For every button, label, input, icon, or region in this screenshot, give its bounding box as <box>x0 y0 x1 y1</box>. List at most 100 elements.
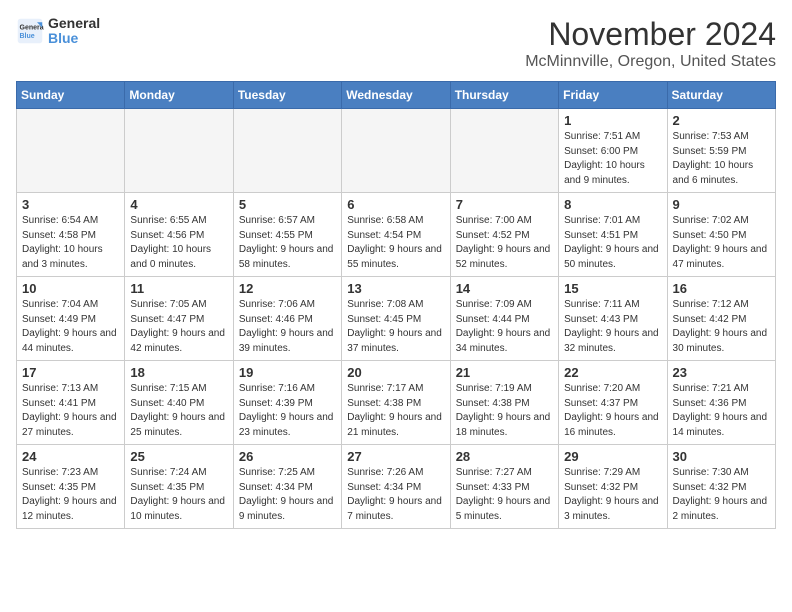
day-number: 11 <box>130 281 227 296</box>
calendar-cell: 20 Sunrise: 7:17 AM Sunset: 4:38 PM Dayli… <box>342 361 450 445</box>
title-section: November 2024 McMinnville, Oregon, Unite… <box>525 16 776 71</box>
day-number: 22 <box>564 365 661 380</box>
header-day-saturday: Saturday <box>667 82 775 109</box>
logo: General Blue General Blue <box>16 16 100 47</box>
day-number: 20 <box>347 365 444 380</box>
day-number: 16 <box>673 281 770 296</box>
calendar-cell: 17Sunrise: 7:13 AM Sunset: 4:41 PM Dayli… <box>17 361 125 445</box>
calendar-cell: 1 Sunrise: 7:51 AM Sunset: 6:00 PM Daylig… <box>559 109 667 193</box>
day-info: Sunrise: 7:17 AM Sunset: 4:38 PM Dayligh… <box>347 382 444 440</box>
day-number: 28 <box>456 449 553 464</box>
calendar-cell: 3 Sunrise: 6:54 AM Sunset: 4:58 PM Daylig… <box>17 193 125 277</box>
day-number: 4 <box>130 197 227 212</box>
header-row: SundayMondayTuesdayWednesdayThursdayFrid… <box>17 82 776 109</box>
day-number: 10 <box>22 281 119 296</box>
calendar-body: 1 Sunrise: 7:51 AM Sunset: 6:00 PM Daylig… <box>17 109 776 529</box>
day-number: 9 <box>673 197 770 212</box>
day-number: 3 <box>22 197 119 212</box>
day-number: 21 <box>456 365 553 380</box>
calendar-cell <box>233 109 341 193</box>
calendar-cell <box>17 109 125 193</box>
calendar-cell: 19 Sunrise: 7:16 AM Sunset: 4:39 PM Dayli… <box>233 361 341 445</box>
day-info: Sunrise: 7:19 AM Sunset: 4:38 PM Dayligh… <box>456 382 553 440</box>
day-info: Sunrise: 7:16 AM Sunset: 4:39 PM Dayligh… <box>239 382 336 440</box>
day-number: 6 <box>347 197 444 212</box>
day-number: 13 <box>347 281 444 296</box>
calendar-cell: 26 Sunrise: 7:25 AM Sunset: 4:34 PM Dayli… <box>233 445 341 529</box>
day-number: 12 <box>239 281 336 296</box>
day-number: 24 <box>22 449 119 464</box>
calendar-cell: 16 Sunrise: 7:12 AM Sunset: 4:42 PM Dayli… <box>667 277 775 361</box>
calendar-cell: 4 Sunrise: 6:55 AM Sunset: 4:56 PM Daylig… <box>125 193 233 277</box>
day-number: 30 <box>673 449 770 464</box>
calendar-cell: 9 Sunrise: 7:02 AM Sunset: 4:50 PM Daylig… <box>667 193 775 277</box>
day-info: Sunrise: 7:02 AM Sunset: 4:50 PM Dayligh… <box>673 214 770 272</box>
header-day-wednesday: Wednesday <box>342 82 450 109</box>
day-info: Sunrise: 7:04 AM Sunset: 4:49 PM Dayligh… <box>22 298 119 356</box>
day-info: Sunrise: 7:29 AM Sunset: 4:32 PM Dayligh… <box>564 466 661 524</box>
day-info: Sunrise: 7:51 AM Sunset: 6:00 PM Dayligh… <box>564 130 661 188</box>
calendar-cell <box>450 109 558 193</box>
calendar-week-1: 3 Sunrise: 6:54 AM Sunset: 4:58 PM Daylig… <box>17 193 776 277</box>
calendar-cell: 21 Sunrise: 7:19 AM Sunset: 4:38 PM Dayli… <box>450 361 558 445</box>
day-info: Sunrise: 7:09 AM Sunset: 4:44 PM Dayligh… <box>456 298 553 356</box>
month-year-title: November 2024 <box>525 16 776 53</box>
svg-text:Blue: Blue <box>20 33 35 40</box>
calendar-cell: 14 Sunrise: 7:09 AM Sunset: 4:44 PM Dayli… <box>450 277 558 361</box>
calendar-cell: 29 Sunrise: 7:29 AM Sunset: 4:32 PM Dayli… <box>559 445 667 529</box>
calendar-cell <box>125 109 233 193</box>
day-info: Sunrise: 7:11 AM Sunset: 4:43 PM Dayligh… <box>564 298 661 356</box>
header-day-thursday: Thursday <box>450 82 558 109</box>
day-number: 1 <box>564 113 661 128</box>
day-info: Sunrise: 7:12 AM Sunset: 4:42 PM Dayligh… <box>673 298 770 356</box>
logo-blue-text: Blue <box>48 31 100 46</box>
location-subtitle: McMinnville, Oregon, United States <box>525 53 776 71</box>
calendar-cell: 8Sunrise: 7:01 AM Sunset: 4:51 PM Daylig… <box>559 193 667 277</box>
page-header: General Blue General Blue November 2024 … <box>16 16 776 71</box>
day-info: Sunrise: 7:25 AM Sunset: 4:34 PM Dayligh… <box>239 466 336 524</box>
calendar-cell: 24 Sunrise: 7:23 AM Sunset: 4:35 PM Dayli… <box>17 445 125 529</box>
day-info: Sunrise: 7:21 AM Sunset: 4:36 PM Dayligh… <box>673 382 770 440</box>
calendar-table: SundayMondayTuesdayWednesdayThursdayFrid… <box>16 81 776 529</box>
day-info: Sunrise: 7:26 AM Sunset: 4:34 PM Dayligh… <box>347 466 444 524</box>
day-info: Sunrise: 7:30 AM Sunset: 4:32 PM Dayligh… <box>673 466 770 524</box>
calendar-cell: 30 Sunrise: 7:30 AM Sunset: 4:32 PM Dayli… <box>667 445 775 529</box>
day-number: 14 <box>456 281 553 296</box>
day-info: Sunrise: 6:57 AM Sunset: 4:55 PM Dayligh… <box>239 214 336 272</box>
header-day-sunday: Sunday <box>17 82 125 109</box>
day-number: 29 <box>564 449 661 464</box>
calendar-header: SundayMondayTuesdayWednesdayThursdayFrid… <box>17 82 776 109</box>
calendar-cell: 12 Sunrise: 7:06 AM Sunset: 4:46 PM Dayli… <box>233 277 341 361</box>
calendar-cell: 18Sunrise: 7:15 AM Sunset: 4:40 PM Dayli… <box>125 361 233 445</box>
logo-general-text: General <box>48 16 100 31</box>
calendar-cell: 2Sunrise: 7:53 AM Sunset: 5:59 PM Daylig… <box>667 109 775 193</box>
calendar-cell: 6 Sunrise: 6:58 AM Sunset: 4:54 PM Daylig… <box>342 193 450 277</box>
day-number: 5 <box>239 197 336 212</box>
day-info: Sunrise: 7:23 AM Sunset: 4:35 PM Dayligh… <box>22 466 119 524</box>
calendar-week-3: 17Sunrise: 7:13 AM Sunset: 4:41 PM Dayli… <box>17 361 776 445</box>
day-info: Sunrise: 7:08 AM Sunset: 4:45 PM Dayligh… <box>347 298 444 356</box>
day-number: 25 <box>130 449 227 464</box>
day-info: Sunrise: 6:54 AM Sunset: 4:58 PM Dayligh… <box>22 214 119 272</box>
header-day-tuesday: Tuesday <box>233 82 341 109</box>
calendar-cell: 10 Sunrise: 7:04 AM Sunset: 4:49 PM Dayli… <box>17 277 125 361</box>
day-number: 27 <box>347 449 444 464</box>
day-info: Sunrise: 6:55 AM Sunset: 4:56 PM Dayligh… <box>130 214 227 272</box>
logo-text: General Blue <box>48 16 100 47</box>
calendar-cell: 23Sunrise: 7:21 AM Sunset: 4:36 PM Dayli… <box>667 361 775 445</box>
day-info: Sunrise: 7:24 AM Sunset: 4:35 PM Dayligh… <box>130 466 227 524</box>
day-info: Sunrise: 7:20 AM Sunset: 4:37 PM Dayligh… <box>564 382 661 440</box>
calendar-cell: 22 Sunrise: 7:20 AM Sunset: 4:37 PM Dayli… <box>559 361 667 445</box>
calendar-cell: 7 Sunrise: 7:00 AM Sunset: 4:52 PM Daylig… <box>450 193 558 277</box>
day-number: 8 <box>564 197 661 212</box>
day-info: Sunrise: 7:27 AM Sunset: 4:33 PM Dayligh… <box>456 466 553 524</box>
day-number: 19 <box>239 365 336 380</box>
header-day-friday: Friday <box>559 82 667 109</box>
calendar-cell: 27 Sunrise: 7:26 AM Sunset: 4:34 PM Dayli… <box>342 445 450 529</box>
day-number: 7 <box>456 197 553 212</box>
day-info: Sunrise: 7:06 AM Sunset: 4:46 PM Dayligh… <box>239 298 336 356</box>
day-number: 26 <box>239 449 336 464</box>
day-info: Sunrise: 6:58 AM Sunset: 4:54 PM Dayligh… <box>347 214 444 272</box>
day-info: Sunrise: 7:00 AM Sunset: 4:52 PM Dayligh… <box>456 214 553 272</box>
day-info: Sunrise: 7:53 AM Sunset: 5:59 PM Dayligh… <box>673 130 770 188</box>
